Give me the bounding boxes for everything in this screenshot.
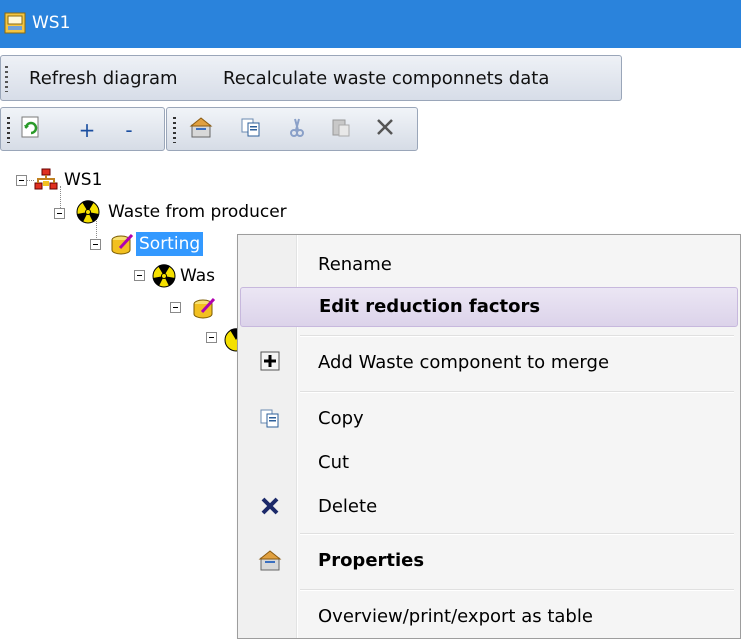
menu-item-copy[interactable]: Copy	[240, 399, 738, 439]
menu-item-label: Delete	[318, 496, 378, 517]
cut-button[interactable]	[283, 116, 311, 144]
scissors-icon	[290, 118, 304, 137]
paste-icon	[332, 119, 350, 137]
menu-item-properties[interactable]: Properties	[240, 541, 738, 581]
toolbar-group-1: + -	[0, 107, 165, 151]
toolbar: + -	[0, 107, 420, 151]
tree-node-label: Waste from producer	[108, 202, 287, 222]
menu-item-label: Add Waste component to merge	[318, 352, 610, 373]
radiation-icon	[152, 264, 176, 288]
expand-button[interactable]: +	[73, 116, 101, 144]
title-bar: WS1	[0, 0, 741, 48]
toolbar-grip-2[interactable]	[173, 117, 176, 143]
menu-bar: Refresh diagram Recalculate waste compon…	[0, 55, 622, 101]
properties-icon	[258, 549, 282, 573]
toolbar-grip[interactable]	[7, 117, 10, 143]
toolbar-group-2	[166, 107, 418, 151]
menu-item-add-component[interactable]: Add Waste component to merge	[240, 343, 738, 383]
copy-icon	[241, 118, 260, 137]
menu-item-label: Cut	[318, 452, 350, 473]
menu-separator	[300, 589, 734, 591]
copy-icon	[258, 407, 282, 431]
refresh-button[interactable]	[17, 116, 45, 144]
properties-icon	[189, 117, 213, 138]
menu-grip[interactable]	[5, 66, 8, 92]
menu-item-cut[interactable]: Cut	[240, 443, 738, 483]
tree-line	[26, 180, 34, 181]
copy-button[interactable]	[237, 116, 265, 144]
collapse-toggle[interactable]	[134, 270, 145, 281]
menu-item-delete[interactable]: Delete	[240, 487, 738, 527]
paste-button[interactable]	[327, 116, 355, 144]
plus-icon	[258, 351, 282, 375]
menu-item-rename[interactable]: Rename	[240, 245, 738, 285]
tree-node-label: Was	[180, 266, 215, 286]
app-icon	[4, 12, 26, 34]
delete-button[interactable]	[371, 116, 399, 144]
network-icon	[34, 168, 58, 190]
collapse-toggle[interactable]	[90, 239, 101, 250]
menu-separator	[300, 391, 734, 393]
refresh-icon	[21, 116, 39, 138]
menu-item-label: Rename	[318, 254, 392, 275]
collapse-toggle[interactable]	[16, 175, 27, 186]
container-icon	[193, 297, 216, 319]
collapse-toggle[interactable]	[54, 208, 65, 219]
recalculate-menu[interactable]: Recalculate waste componnets data	[223, 68, 549, 89]
refresh-diagram-menu[interactable]: Refresh diagram	[29, 68, 178, 89]
window-title: WS1	[32, 13, 71, 33]
tree-node-label: WS1	[64, 170, 103, 190]
properties-button[interactable]	[187, 116, 215, 144]
close-icon	[377, 119, 393, 135]
menu-separator	[300, 335, 734, 337]
menu-item-overview[interactable]: Overview/print/export as table	[240, 597, 738, 637]
collapse-toggle[interactable]	[170, 302, 181, 313]
menu-item-label: Copy	[318, 408, 364, 429]
menu-item-label: Properties	[318, 550, 425, 571]
menu-item-label: Overview/print/export as table	[318, 606, 593, 627]
menu-separator	[300, 533, 734, 535]
close-icon	[258, 495, 282, 519]
radiation-icon	[76, 200, 100, 224]
menu-item-label: Edit reduction factors	[319, 296, 541, 317]
tree-node-label: Sorting	[136, 232, 204, 256]
container-icon	[111, 233, 134, 255]
context-menu: Rename Edit reduction factors Add Waste …	[237, 234, 741, 639]
menu-item-edit-reduction-factors[interactable]: Edit reduction factors	[240, 287, 738, 327]
collapse-toggle[interactable]	[206, 332, 217, 343]
collapse-button[interactable]: -	[115, 116, 143, 144]
